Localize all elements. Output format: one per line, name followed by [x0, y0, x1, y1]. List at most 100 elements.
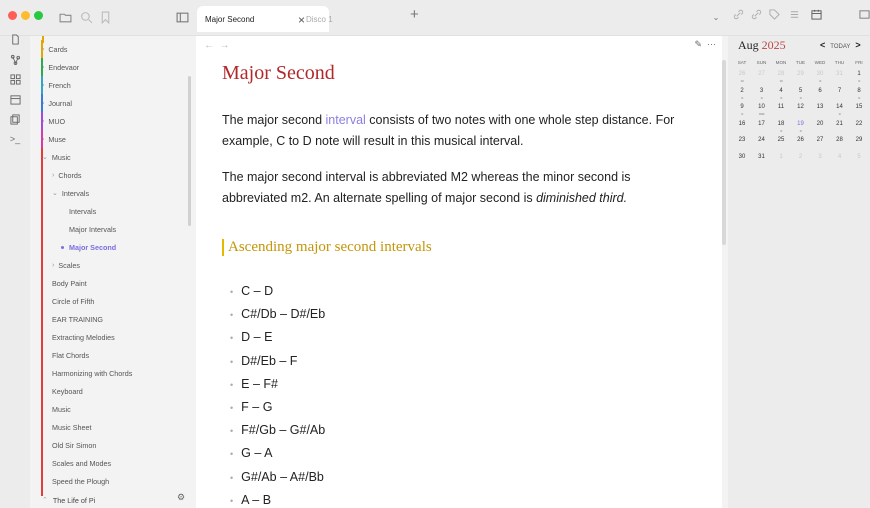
calendar-day[interactable]: 10 — [752, 104, 772, 110]
calendar-day[interactable]: 28 — [830, 137, 850, 143]
calendar-day[interactable]: 4 — [771, 88, 791, 94]
calendar-icon[interactable] — [5, 90, 25, 108]
editor-scrollbar[interactable] — [722, 60, 726, 245]
close-window-button[interactable] — [8, 11, 17, 20]
sidebar-item[interactable]: ⌄ Music — [30, 148, 192, 166]
calendar-day[interactable]: 2 — [732, 88, 752, 94]
next-month-button[interactable]: > — [855, 40, 860, 50]
calendar-day[interactable]: 17 — [752, 121, 772, 127]
search-icon[interactable] — [76, 7, 96, 27]
new-tab-button[interactable]: + — [410, 6, 419, 23]
calendar-day[interactable]: 6 — [810, 88, 830, 94]
vault-switcher[interactable]: ⌃ The Life of Pi ⚙ — [30, 492, 192, 508]
calendar-day[interactable]: 14 — [830, 104, 850, 110]
calendar-day[interactable]: 3 — [752, 88, 772, 94]
calendar-day[interactable]: 13 — [810, 104, 830, 110]
calendar-day[interactable]: 24 — [752, 137, 772, 143]
sidebar-right-toggle-icon[interactable] — [856, 6, 870, 22]
graph-icon[interactable] — [5, 50, 25, 68]
minimize-window-button[interactable] — [21, 11, 30, 20]
calendar-day[interactable]: 1 — [849, 71, 869, 77]
sidebar-item[interactable]: Body Paint — [30, 274, 192, 292]
calendar-day[interactable]: 28 — [771, 71, 791, 77]
sidebar-item[interactable]: ⌄ Intervals — [30, 184, 192, 202]
copy-icon[interactable] — [5, 110, 25, 128]
sidebar-item[interactable]: Circle of Fifth — [30, 292, 192, 310]
chevron-right-icon[interactable]: › — [52, 172, 54, 179]
backlinks-icon[interactable] — [748, 6, 764, 22]
calendar-day[interactable]: 3 — [810, 154, 830, 160]
sidebar-item[interactable]: Flat Chords — [30, 346, 192, 364]
prev-month-button[interactable]: < — [820, 40, 825, 50]
note-editor[interactable]: ← → ✎ ··· Major Second The major second … — [196, 36, 722, 508]
calendar-day[interactable]: 27 — [752, 71, 772, 77]
sidebar-item[interactable]: Music Sheet — [30, 418, 192, 436]
sidebar-item[interactable]: Extracting Melodies — [30, 328, 192, 346]
calendar-day[interactable]: 19 — [791, 121, 811, 127]
calendar-day[interactable]: 26 — [791, 137, 811, 143]
calendar-day[interactable]: 4 — [830, 154, 850, 160]
calendar-view-icon[interactable] — [808, 6, 824, 22]
calendar-day[interactable]: 8 — [849, 88, 869, 94]
sidebar-item[interactable]: › Endevaor — [30, 58, 192, 76]
calendar-day[interactable]: 22 — [849, 121, 869, 127]
chevron-right-icon[interactable]: › — [52, 262, 54, 269]
sidebar-toggle-icon[interactable] — [172, 7, 192, 27]
tab-disco-1[interactable]: Disco 1 — [298, 6, 333, 32]
file-icon[interactable] — [5, 30, 25, 48]
calendar-day[interactable]: 29 — [791, 71, 811, 77]
sidebar-item[interactable]: Music — [30, 400, 192, 418]
calendar-day[interactable]: 27 — [810, 137, 830, 143]
calendar-day[interactable]: 21 — [830, 121, 850, 127]
calendar-day[interactable]: 11 — [771, 104, 791, 110]
calendar-day[interactable]: 30 — [732, 154, 752, 160]
calendar-day[interactable]: 31 — [752, 154, 772, 160]
sidebar-item[interactable]: › French — [30, 76, 192, 94]
more-options-icon[interactable]: ✎ ··· — [694, 39, 716, 50]
calendar-day[interactable]: 25 — [771, 137, 791, 143]
calendar-day[interactable]: 9 — [732, 104, 752, 110]
gear-icon[interactable]: ⚙ — [177, 492, 185, 503]
calendar-day[interactable]: 20 — [810, 121, 830, 127]
sidebar-item[interactable]: › Cards — [30, 40, 192, 58]
interval-link[interactable]: interval — [326, 113, 366, 127]
grid-icon[interactable] — [5, 70, 25, 88]
folder-icon[interactable] — [55, 7, 75, 27]
calendar-day[interactable]: 30 — [810, 71, 830, 77]
link-icon[interactable] — [730, 6, 746, 22]
calendar-day[interactable]: 1 — [771, 154, 791, 160]
tag-icon[interactable] — [766, 6, 782, 22]
sidebar-item[interactable]: Major Intervals — [30, 220, 192, 238]
calendar-day[interactable]: 12 — [791, 104, 811, 110]
sidebar-item[interactable]: › Journal — [30, 94, 192, 112]
sidebar-item[interactable]: Speed the Plough — [30, 472, 192, 490]
zoom-window-button[interactable] — [34, 11, 43, 20]
terminal-icon[interactable]: >_ — [5, 130, 25, 148]
sidebar-item[interactable]: › Chords — [30, 166, 192, 184]
sidebar-item[interactable]: Harmonizing with Chords — [30, 364, 192, 382]
calendar-day[interactable]: 29 — [849, 137, 869, 143]
calendar-day[interactable]: 2 — [791, 154, 811, 160]
list-icon[interactable] — [786, 6, 802, 22]
sidebar-item[interactable]: Keyboard — [30, 382, 192, 400]
back-forward-icons[interactable]: ← → — [204, 40, 230, 51]
calendar-day[interactable]: 15 — [849, 104, 869, 110]
bookmark-icon[interactable] — [95, 7, 115, 27]
sidebar-item[interactable]: Scales and Modes — [30, 454, 192, 472]
today-button[interactable]: TODAY — [830, 44, 850, 50]
chevron-down-icon[interactable]: ⌄ — [706, 7, 726, 27]
calendar-day[interactable]: 18 — [771, 121, 791, 127]
sidebar-item[interactable]: EAR TRAINING — [30, 310, 192, 328]
calendar-day[interactable]: 16 — [732, 121, 752, 127]
sidebar-item[interactable]: Major Second — [30, 238, 192, 256]
calendar-day[interactable]: 23 — [732, 137, 752, 143]
sidebar-item[interactable]: › Muse — [30, 130, 192, 148]
sidebar-item[interactable]: Old Sir Simon — [30, 436, 192, 454]
calendar-day[interactable]: 5 — [791, 88, 811, 94]
sidebar-scrollbar[interactable] — [188, 76, 191, 226]
sidebar-item[interactable]: › MUO — [30, 112, 192, 130]
calendar-day[interactable]: 31 — [830, 71, 850, 77]
calendar-day[interactable]: 26 — [732, 71, 752, 77]
calendar-day[interactable]: 7 — [830, 88, 850, 94]
chevron-down-icon[interactable]: ⌄ — [52, 189, 58, 197]
